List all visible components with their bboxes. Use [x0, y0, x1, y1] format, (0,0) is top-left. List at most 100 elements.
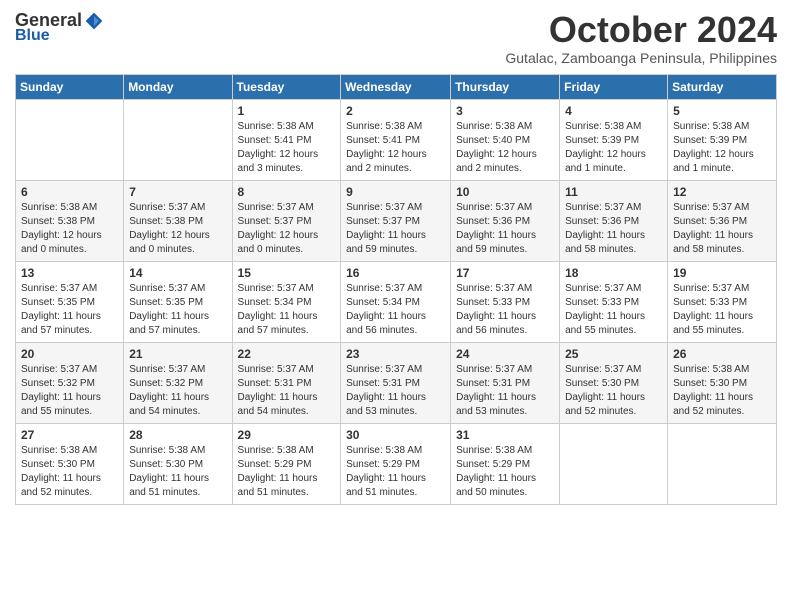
day-info: Sunrise: 5:37 AM Sunset: 5:36 PM Dayligh… [456, 201, 554, 257]
day-number: 29 [238, 428, 336, 442]
calendar-week-row: 1 Sunrise: 5:38 AM Sunset: 5:41 PM Daylig… [16, 99, 777, 180]
day-number: 31 [456, 428, 554, 442]
day-info: Sunrise: 5:38 AM Sunset: 5:41 PM Dayligh… [238, 120, 336, 176]
day-info: Sunrise: 5:38 AM Sunset: 5:30 PM Dayligh… [129, 444, 226, 500]
logo-blue-text: Blue [15, 27, 50, 45]
day-number: 4 [565, 104, 662, 118]
calendar-cell: 7 Sunrise: 5:37 AM Sunset: 5:38 PM Daylig… [124, 180, 232, 261]
calendar-header-row: SundayMondayTuesdayWednesdayThursdayFrid… [16, 74, 777, 99]
day-info: Sunrise: 5:37 AM Sunset: 5:38 PM Dayligh… [129, 201, 226, 257]
weekday-header-thursday: Thursday [451, 74, 560, 99]
day-number: 13 [21, 266, 118, 280]
day-info: Sunrise: 5:37 AM Sunset: 5:37 PM Dayligh… [346, 201, 445, 257]
calendar-cell [560, 423, 668, 504]
page-header: General Blue October 2024 Gutalac, Zambo… [15, 10, 777, 66]
calendar-cell: 27Sunrise: 5:38 AM Sunset: 5:30 PM Dayli… [16, 423, 124, 504]
day-info: Sunrise: 5:37 AM Sunset: 5:36 PM Dayligh… [565, 201, 662, 257]
day-info: Sunrise: 5:37 AM Sunset: 5:37 PM Dayligh… [238, 201, 336, 257]
weekday-header-friday: Friday [560, 74, 668, 99]
weekday-header-monday: Monday [124, 74, 232, 99]
calendar-week-row: 13 Sunrise: 5:37 AM Sunset: 5:35 PM Dayli… [16, 261, 777, 342]
calendar-cell: 16 Sunrise: 5:37 AM Sunset: 5:34 PM Dayli… [341, 261, 451, 342]
calendar-cell: 26 Sunrise: 5:38 AM Sunset: 5:30 PM Dayli… [668, 342, 777, 423]
calendar-week-row: 27Sunrise: 5:38 AM Sunset: 5:30 PM Dayli… [16, 423, 777, 504]
day-info: Sunrise: 5:38 AM Sunset: 5:29 PM Dayligh… [346, 444, 445, 500]
day-info: Sunrise: 5:37 AM Sunset: 5:36 PM Dayligh… [673, 201, 771, 257]
day-info: Sunrise: 5:37 AM Sunset: 5:35 PM Dayligh… [129, 282, 226, 338]
day-number: 28 [129, 428, 226, 442]
day-info: Sunrise: 5:37 AM Sunset: 5:33 PM Dayligh… [673, 282, 771, 338]
calendar-cell: 11Sunrise: 5:37 AM Sunset: 5:36 PM Dayli… [560, 180, 668, 261]
day-number: 18 [565, 266, 662, 280]
day-info: Sunrise: 5:38 AM Sunset: 5:29 PM Dayligh… [456, 444, 554, 500]
day-info: Sunrise: 5:37 AM Sunset: 5:35 PM Dayligh… [21, 282, 118, 338]
calendar-cell: 30 Sunrise: 5:38 AM Sunset: 5:29 PM Dayli… [341, 423, 451, 504]
calendar-week-row: 20Sunrise: 5:37 AM Sunset: 5:32 PM Dayli… [16, 342, 777, 423]
calendar-cell: 14 Sunrise: 5:37 AM Sunset: 5:35 PM Dayli… [124, 261, 232, 342]
day-number: 12 [673, 185, 771, 199]
day-number: 22 [238, 347, 336, 361]
day-number: 21 [129, 347, 226, 361]
day-number: 15 [238, 266, 336, 280]
title-section: October 2024 Gutalac, Zamboanga Peninsul… [505, 10, 777, 66]
day-number: 23 [346, 347, 445, 361]
day-info: Sunrise: 5:38 AM Sunset: 5:30 PM Dayligh… [673, 363, 771, 419]
day-info: Sunrise: 5:37 AM Sunset: 5:33 PM Dayligh… [565, 282, 662, 338]
day-number: 7 [129, 185, 226, 199]
day-number: 25 [565, 347, 662, 361]
day-info: Sunrise: 5:38 AM Sunset: 5:40 PM Dayligh… [456, 120, 554, 176]
day-info: Sunrise: 5:38 AM Sunset: 5:38 PM Dayligh… [21, 201, 118, 257]
calendar-cell: 5 Sunrise: 5:38 AM Sunset: 5:39 PM Daylig… [668, 99, 777, 180]
day-info: Sunrise: 5:38 AM Sunset: 5:39 PM Dayligh… [565, 120, 662, 176]
calendar-cell [16, 99, 124, 180]
calendar-cell: 22 Sunrise: 5:37 AM Sunset: 5:31 PM Dayli… [232, 342, 341, 423]
calendar-cell: 12 Sunrise: 5:37 AM Sunset: 5:36 PM Dayli… [668, 180, 777, 261]
calendar-cell: 23Sunrise: 5:37 AM Sunset: 5:31 PM Dayli… [341, 342, 451, 423]
day-number: 5 [673, 104, 771, 118]
calendar-cell: 9 Sunrise: 5:37 AM Sunset: 5:37 PM Daylig… [341, 180, 451, 261]
day-number: 16 [346, 266, 445, 280]
calendar-cell: 1 Sunrise: 5:38 AM Sunset: 5:41 PM Daylig… [232, 99, 341, 180]
day-number: 10 [456, 185, 554, 199]
weekday-header-sunday: Sunday [16, 74, 124, 99]
day-info: Sunrise: 5:37 AM Sunset: 5:31 PM Dayligh… [238, 363, 336, 419]
day-number: 24 [456, 347, 554, 361]
day-info: Sunrise: 5:37 AM Sunset: 5:30 PM Dayligh… [565, 363, 662, 419]
day-number: 26 [673, 347, 771, 361]
day-number: 17 [456, 266, 554, 280]
day-number: 2 [346, 104, 445, 118]
day-number: 8 [238, 185, 336, 199]
calendar-cell [668, 423, 777, 504]
day-info: Sunrise: 5:38 AM Sunset: 5:41 PM Dayligh… [346, 120, 445, 176]
calendar-cell: 2 Sunrise: 5:38 AM Sunset: 5:41 PM Daylig… [341, 99, 451, 180]
day-number: 19 [673, 266, 771, 280]
calendar-table: SundayMondayTuesdayWednesdayThursdayFrid… [15, 74, 777, 505]
day-number: 1 [238, 104, 336, 118]
weekday-header-tuesday: Tuesday [232, 74, 341, 99]
calendar-week-row: 6Sunrise: 5:38 AM Sunset: 5:38 PM Daylig… [16, 180, 777, 261]
logo: General Blue [15, 10, 104, 45]
calendar-cell [124, 99, 232, 180]
day-info: Sunrise: 5:37 AM Sunset: 5:34 PM Dayligh… [346, 282, 445, 338]
calendar-cell: 18 Sunrise: 5:37 AM Sunset: 5:33 PM Dayli… [560, 261, 668, 342]
calendar-cell: 29Sunrise: 5:38 AM Sunset: 5:29 PM Dayli… [232, 423, 341, 504]
day-info: Sunrise: 5:38 AM Sunset: 5:30 PM Dayligh… [21, 444, 118, 500]
location: Gutalac, Zamboanga Peninsula, Philippine… [505, 50, 777, 66]
calendar-cell: 10 Sunrise: 5:37 AM Sunset: 5:36 PM Dayli… [451, 180, 560, 261]
calendar-cell: 6Sunrise: 5:38 AM Sunset: 5:38 PM Daylig… [16, 180, 124, 261]
weekday-header-saturday: Saturday [668, 74, 777, 99]
calendar-cell: 21 Sunrise: 5:37 AM Sunset: 5:32 PM Dayli… [124, 342, 232, 423]
day-info: Sunrise: 5:37 AM Sunset: 5:31 PM Dayligh… [456, 363, 554, 419]
day-number: 3 [456, 104, 554, 118]
day-number: 14 [129, 266, 226, 280]
day-number: 9 [346, 185, 445, 199]
day-info: Sunrise: 5:38 AM Sunset: 5:39 PM Dayligh… [673, 120, 771, 176]
calendar-cell: 19 Sunrise: 5:37 AM Sunset: 5:33 PM Dayli… [668, 261, 777, 342]
day-info: Sunrise: 5:37 AM Sunset: 5:33 PM Dayligh… [456, 282, 554, 338]
calendar-cell: 15 Sunrise: 5:37 AM Sunset: 5:34 PM Dayli… [232, 261, 341, 342]
calendar-cell: 31 Sunrise: 5:38 AM Sunset: 5:29 PM Dayli… [451, 423, 560, 504]
day-info: Sunrise: 5:37 AM Sunset: 5:34 PM Dayligh… [238, 282, 336, 338]
day-info: Sunrise: 5:37 AM Sunset: 5:32 PM Dayligh… [129, 363, 226, 419]
calendar-cell: 8 Sunrise: 5:37 AM Sunset: 5:37 PM Daylig… [232, 180, 341, 261]
day-number: 30 [346, 428, 445, 442]
